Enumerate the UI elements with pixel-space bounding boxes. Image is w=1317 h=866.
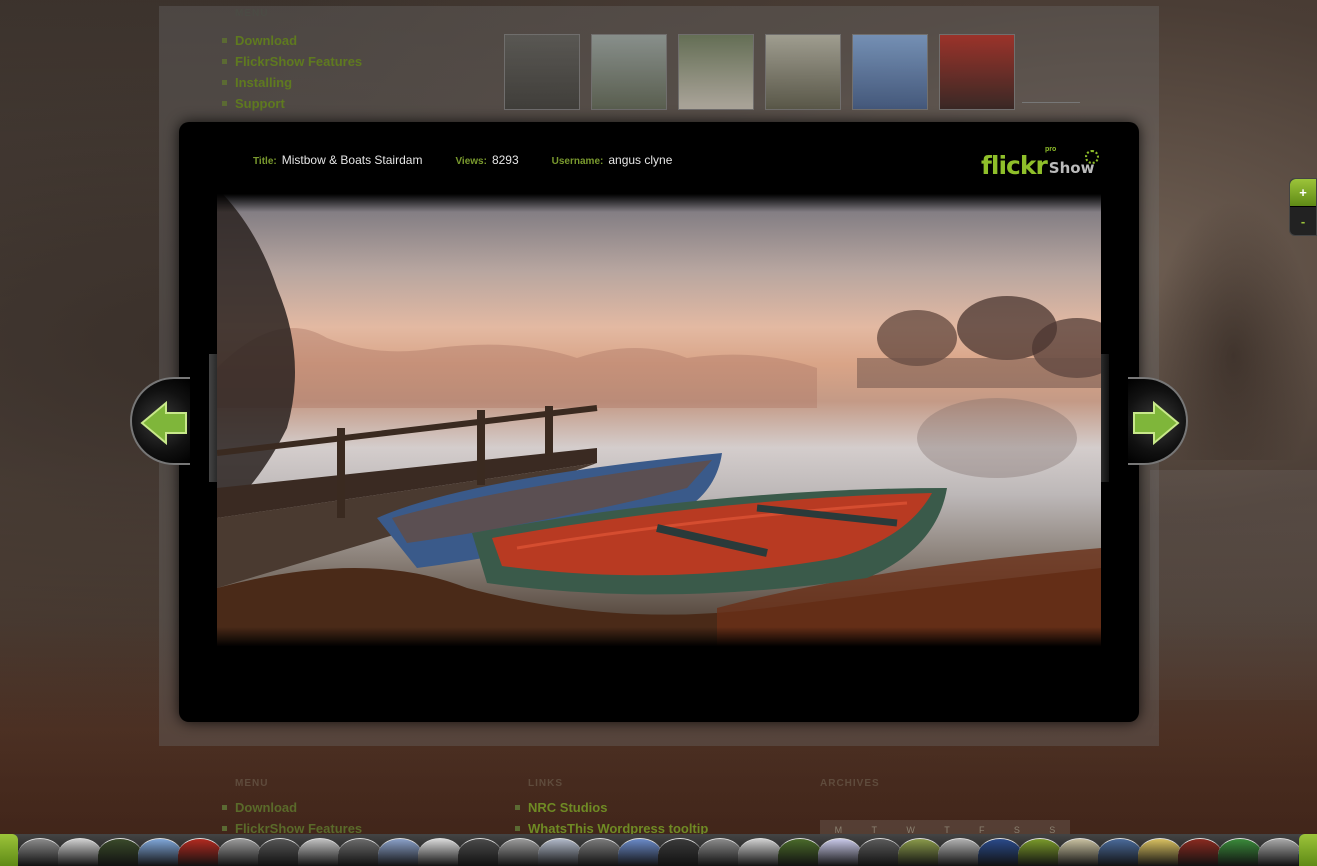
carousel-thumbnail[interactable] [578, 838, 622, 866]
carousel-thumbnail[interactable] [978, 838, 1022, 866]
zoom-in-button[interactable]: + [1290, 179, 1316, 207]
menu-item-label[interactable]: Download [235, 33, 297, 48]
thumbnail-divider [1022, 102, 1080, 103]
carousel-thumbnail[interactable] [498, 838, 542, 866]
carousel-thumbnail[interactable] [1058, 838, 1102, 866]
carousel-thumbnail[interactable] [378, 838, 422, 866]
footer-link-item[interactable]: NRC Studios [515, 797, 708, 818]
photo-frame-bottom [217, 627, 1101, 657]
carousel-thumbnail[interactable] [58, 838, 102, 866]
carousel-thumbnail[interactable] [1138, 838, 1182, 866]
carousel-scroll-right-button[interactable] [1299, 834, 1317, 866]
arrow-right-icon [1133, 401, 1180, 445]
thumbnail-carousel [0, 834, 1317, 866]
carousel-thumbnail[interactable] [538, 838, 582, 866]
photo-username[interactable]: angus clyne [608, 153, 672, 167]
menu-item[interactable]: Support [222, 93, 362, 114]
menu-item-label[interactable]: Installing [235, 75, 292, 90]
bullet-icon [515, 826, 520, 831]
carousel-thumbnail[interactable] [898, 838, 942, 866]
carousel-thumbnail[interactable] [738, 838, 782, 866]
username-label: Username: [551, 156, 604, 167]
menu-list: Download FlickrShow Features Installing Sup… [222, 30, 362, 114]
previous-photo-button[interactable] [130, 377, 190, 465]
carousel-thumbnail[interactable] [1258, 838, 1302, 866]
logo-pro-text: pro [1045, 146, 1057, 153]
carousel-thumbnail[interactable] [138, 838, 182, 866]
bullet-icon [222, 805, 227, 810]
logo-dots-icon [1085, 150, 1099, 164]
menu-heading: MENU [235, 8, 269, 19]
thumbnail-stone-gate[interactable] [765, 34, 841, 110]
footer-menu-list: Download FlickrShow Features [222, 797, 362, 839]
bullet-icon [222, 80, 227, 85]
carousel-thumbnail[interactable] [458, 838, 502, 866]
thumbnail-lake-house[interactable] [591, 34, 667, 110]
photo-scene [217, 188, 1101, 652]
carousel-scroll-left-button[interactable] [0, 834, 18, 866]
title-label: Title: [253, 156, 277, 167]
flickrshow-logo: flickr Show pro [981, 146, 1101, 180]
carousel-thumbnail[interactable] [178, 838, 222, 866]
zoom-out-button[interactable]: - [1290, 207, 1316, 235]
menu-item-label[interactable]: FlickrShow Features [235, 54, 362, 69]
bullet-icon [222, 101, 227, 106]
carousel-thumbnail[interactable] [18, 838, 62, 866]
bullet-icon [222, 59, 227, 64]
carousel-track [18, 838, 1317, 866]
photo-title: Mistbow & Boats Stairdam [281, 153, 423, 167]
thumbnail-strip [504, 34, 1015, 110]
thumbnail-red-gate[interactable] [939, 34, 1015, 110]
main-photo[interactable] [217, 188, 1101, 652]
carousel-thumbnail[interactable] [818, 838, 862, 866]
carousel-thumbnail[interactable] [778, 838, 822, 866]
thumbnail-temple-roof[interactable] [852, 34, 928, 110]
carousel-thumbnail[interactable] [658, 838, 702, 866]
logo-flickr-text: flickr [981, 151, 1048, 180]
carousel-thumbnail[interactable] [1178, 838, 1222, 866]
footer-menu-heading: MENU [235, 778, 269, 789]
menu-item[interactable]: Download [222, 30, 362, 51]
footer-menu-item[interactable]: Download [222, 797, 362, 818]
carousel-thumbnail[interactable] [298, 838, 342, 866]
carousel-thumbnail[interactable] [1218, 838, 1262, 866]
carousel-thumbnail[interactable] [698, 838, 742, 866]
photo-views: 8293 [491, 153, 519, 167]
thumbnail-pagoda[interactable] [504, 34, 580, 110]
carousel-thumbnail[interactable] [218, 838, 262, 866]
thumbnail-torii-path[interactable] [678, 34, 754, 110]
carousel-thumbnail[interactable] [338, 838, 382, 866]
menu-item[interactable]: Installing [222, 72, 362, 93]
zoom-controls: + - [1289, 178, 1317, 236]
arrow-left-icon [140, 401, 187, 445]
photo-frame-top [217, 182, 1101, 212]
carousel-thumbnail[interactable] [418, 838, 462, 866]
footer-links-list: NRC Studios WhatsThis Wordpress tooltip [515, 797, 708, 839]
carousel-thumbnail[interactable] [618, 838, 662, 866]
bullet-icon [222, 826, 227, 831]
carousel-thumbnail[interactable] [858, 838, 902, 866]
carousel-thumbnail[interactable] [98, 838, 142, 866]
footer-links-heading: LINKS [528, 778, 563, 789]
lightbox: Title: Mistbow & Boats Stairdam Views: 8… [179, 122, 1139, 722]
footer-menu-item-label[interactable]: Download [235, 800, 297, 815]
views-label: Views: [455, 156, 487, 167]
footer-archives-heading: ARCHIVES [820, 778, 880, 789]
carousel-thumbnail[interactable] [1098, 838, 1142, 866]
footer-link-item-label[interactable]: NRC Studios [528, 800, 607, 815]
menu-item-label[interactable]: Support [235, 96, 285, 111]
photo-info-bar: Title: Mistbow & Boats Stairdam Views: 8… [253, 153, 705, 167]
menu-item[interactable]: FlickrShow Features [222, 51, 362, 72]
carousel-thumbnail[interactable] [258, 838, 302, 866]
carousel-thumbnail[interactable] [938, 838, 982, 866]
bullet-icon [515, 805, 520, 810]
bullet-icon [222, 38, 227, 43]
carousel-thumbnail[interactable] [1018, 838, 1062, 866]
